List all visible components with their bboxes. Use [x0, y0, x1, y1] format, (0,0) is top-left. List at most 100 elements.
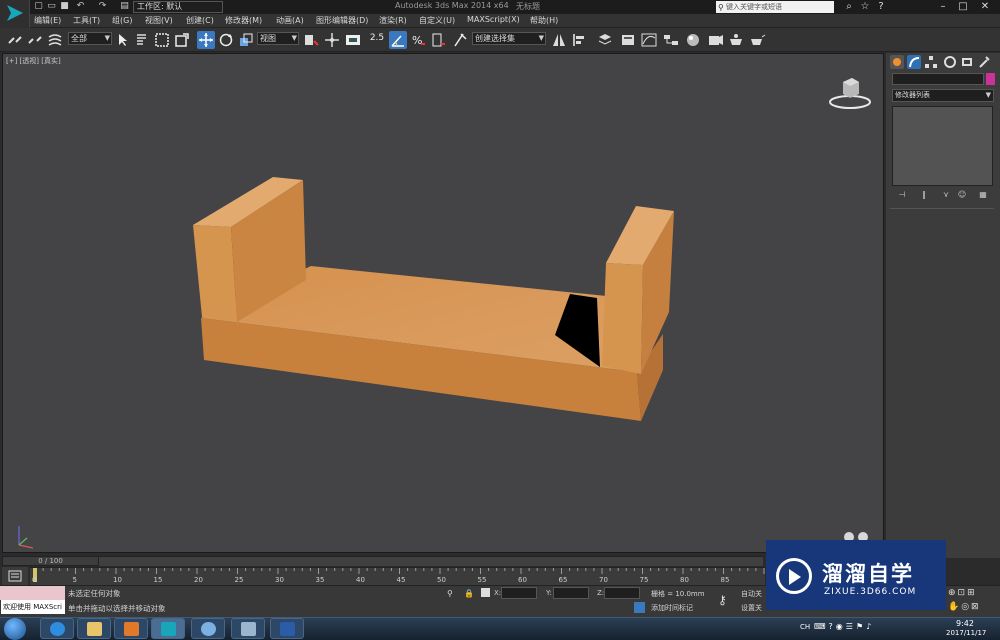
- schematic-view-icon[interactable]: [662, 31, 680, 49]
- language-indicator[interactable]: CH: [800, 623, 810, 631]
- select-object-icon[interactable]: [114, 31, 132, 49]
- rendered-frame-window-icon[interactable]: [727, 31, 745, 49]
- word-icon[interactable]: [270, 618, 304, 639]
- set-key-icon[interactable]: ⚷: [718, 593, 727, 607]
- viewport-label[interactable]: [+] [透视] [真实]: [6, 56, 61, 66]
- redo-icon[interactable]: ↷: [97, 1, 108, 12]
- pin-icon[interactable]: ⚲: [447, 589, 453, 598]
- utilities-icon[interactable]: [977, 55, 991, 69]
- select-by-name-icon[interactable]: [133, 31, 151, 49]
- z-coordinate-field[interactable]: [604, 587, 640, 599]
- new-icon[interactable]: ▢: [33, 1, 44, 12]
- menu-tools[interactable]: 工具(T): [73, 15, 100, 26]
- menu-graph-editors[interactable]: 图形编辑器(D): [316, 15, 368, 26]
- object-color-swatch[interactable]: [986, 73, 995, 85]
- time-slider-track[interactable]: [99, 556, 763, 566]
- snap-toggle-icon[interactable]: 2.5: [368, 31, 386, 49]
- render-production-icon[interactable]: [748, 31, 766, 49]
- app-menu-button[interactable]: [0, 0, 30, 28]
- viewport-navigation-icons[interactable]: ⊕⊡⊞: [948, 588, 977, 598]
- undo-icon[interactable]: ↶: [75, 1, 86, 12]
- modify-icon[interactable]: [907, 55, 921, 69]
- menu-animation[interactable]: 动画(A): [276, 15, 304, 26]
- time-slider[interactable]: 0 / 100: [2, 556, 99, 566]
- remove-modifier-icon[interactable]: ☺: [955, 190, 969, 202]
- modifier-list-dropdown[interactable]: 修改器列表 ▼: [892, 89, 994, 102]
- percent-snap-icon[interactable]: %: [409, 31, 427, 49]
- motion-icon[interactable]: [943, 55, 957, 69]
- open-mini-curve-editor-icon[interactable]: [2, 567, 28, 585]
- 3dsmax-icon[interactable]: [151, 618, 185, 639]
- maxscript-welcome[interactable]: 欢迎使用 MAXScri: [1, 600, 65, 614]
- auto-key-button[interactable]: 自动关: [741, 589, 762, 599]
- menu-maxscript[interactable]: MAXScript(X): [467, 15, 520, 24]
- rectangular-selection-icon[interactable]: [153, 31, 171, 49]
- paint-icon[interactable]: [191, 618, 225, 639]
- menu-rendering[interactable]: 渲染(R): [379, 15, 407, 26]
- object-name-field[interactable]: [892, 73, 984, 85]
- modifier-stack[interactable]: [892, 106, 993, 186]
- mirror-icon[interactable]: [550, 31, 568, 49]
- curve-editor-icon[interactable]: [640, 31, 658, 49]
- pin-stack-icon[interactable]: ⊣: [895, 190, 909, 202]
- make-unique-icon[interactable]: ⋎: [939, 190, 953, 202]
- ie-icon[interactable]: [40, 618, 74, 639]
- window-crossing-icon[interactable]: [173, 31, 191, 49]
- open-icon[interactable]: ▭: [46, 1, 57, 12]
- spinner-snap-icon[interactable]: [429, 31, 447, 49]
- select-and-manipulate-icon[interactable]: [323, 31, 341, 49]
- unlink-icon[interactable]: [26, 31, 44, 49]
- named-selection-dropdown[interactable]: 创建选择集 ▼: [472, 32, 546, 45]
- render-setup-icon[interactable]: [707, 31, 725, 49]
- maxscript-listener[interactable]: [0, 586, 65, 600]
- screen-icon[interactable]: [231, 618, 265, 639]
- tray-icons[interactable]: ⌨?◉☰⚑♪: [814, 622, 874, 631]
- y-coordinate-field[interactable]: [553, 587, 589, 599]
- time-tag-icon[interactable]: [634, 602, 645, 613]
- layer-manager-icon[interactable]: [596, 31, 614, 49]
- clock-date[interactable]: 2017/11/17: [946, 629, 986, 637]
- angle-snap-icon[interactable]: [389, 31, 407, 49]
- bind-space-warp-icon[interactable]: [46, 31, 64, 49]
- menu-edit[interactable]: 编辑(E): [34, 15, 61, 26]
- explorer-icon[interactable]: [77, 618, 111, 639]
- select-and-rotate-icon[interactable]: [217, 31, 235, 49]
- clock-time[interactable]: 9:42: [956, 619, 974, 628]
- link-icon[interactable]: [6, 31, 24, 49]
- menu-help[interactable]: 帮助(H): [530, 15, 558, 26]
- workspace-dropdown[interactable]: 工作区: 默认: [133, 1, 223, 13]
- display-icon[interactable]: [960, 55, 974, 69]
- save-icon[interactable]: ■: [59, 1, 70, 12]
- edit-named-selection-icon[interactable]: [451, 31, 469, 49]
- configure-modifier-sets-icon[interactable]: ▦: [976, 190, 990, 202]
- menu-create[interactable]: 创建(C): [186, 15, 214, 26]
- menu-customize[interactable]: 自定义(U): [419, 15, 455, 26]
- keyboard-shortcut-override-icon[interactable]: [344, 31, 362, 49]
- absolute-mode-icon[interactable]: [481, 588, 490, 597]
- selection-lock-icon[interactable]: 🔒: [464, 589, 474, 598]
- align-icon[interactable]: [570, 31, 588, 49]
- select-and-scale-icon[interactable]: [237, 31, 255, 49]
- menu-views[interactable]: 视图(V): [145, 15, 173, 26]
- menu-group[interactable]: 组(G): [112, 15, 132, 26]
- minimize-icon[interactable]: –: [934, 0, 952, 14]
- start-button-icon[interactable]: [4, 618, 26, 640]
- x-coordinate-field[interactable]: [501, 587, 537, 599]
- close-icon[interactable]: ✕: [976, 0, 994, 14]
- show-end-result-icon[interactable]: ‖: [917, 190, 931, 202]
- material-editor-icon[interactable]: [684, 31, 702, 49]
- create-icon[interactable]: [890, 55, 904, 69]
- maximize-icon[interactable]: □: [954, 0, 972, 14]
- add-time-tag[interactable]: 添加时间标记: [651, 603, 693, 613]
- menu-modifiers[interactable]: 修改器(M): [225, 15, 262, 26]
- perspective-viewport[interactable]: [2, 53, 884, 553]
- graphite-ribbon-icon[interactable]: [619, 31, 637, 49]
- right-armrest[interactable]: [602, 206, 674, 374]
- pan-orbit-icons[interactable]: ✋◎⊠: [948, 602, 981, 612]
- reference-coordinate-dropdown[interactable]: 视图 ▼: [257, 32, 299, 45]
- selection-filter-dropdown[interactable]: 全部 ▼: [68, 32, 112, 45]
- set-key-button[interactable]: 设置关: [741, 603, 762, 613]
- viewcube-icon[interactable]: [825, 74, 875, 114]
- hierarchy-icon[interactable]: [924, 55, 938, 69]
- help-icon[interactable]: ?: [872, 0, 890, 14]
